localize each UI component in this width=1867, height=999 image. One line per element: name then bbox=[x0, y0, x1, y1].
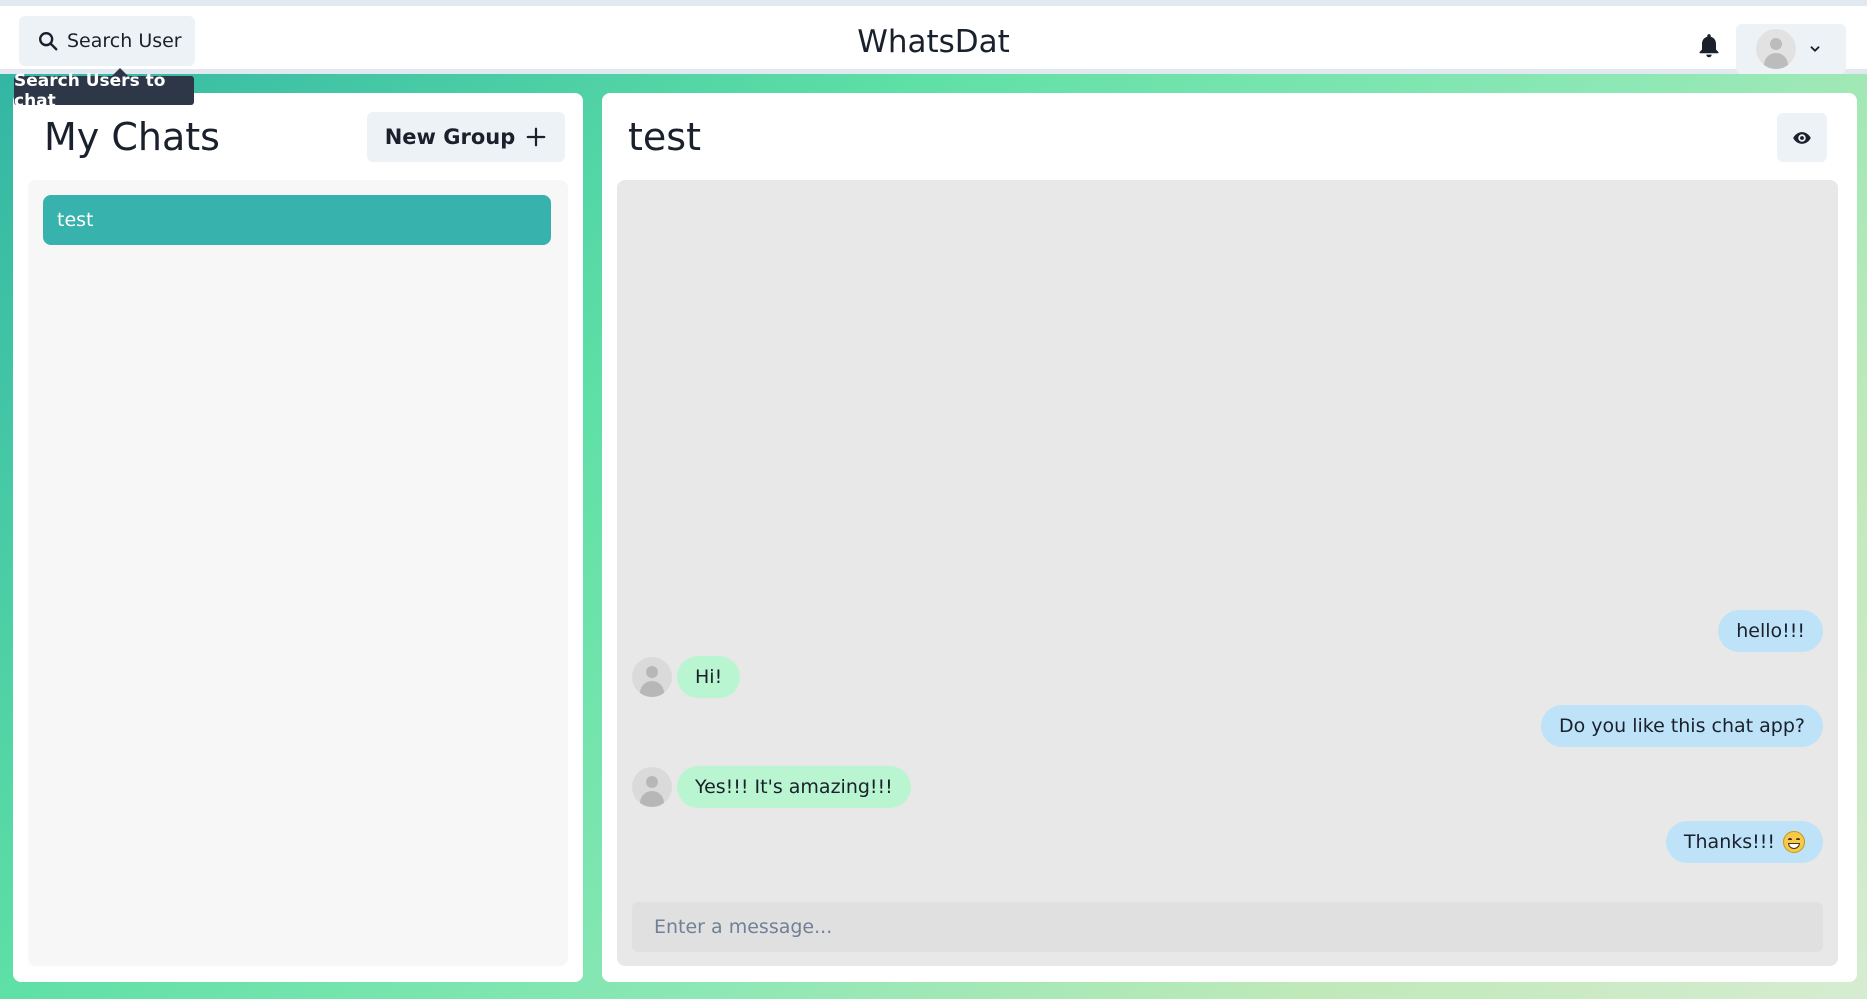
bell-icon[interactable] bbox=[1696, 32, 1722, 60]
profile-menu-button[interactable] bbox=[1736, 24, 1846, 74]
message-bubble-received: Hi! bbox=[677, 656, 741, 698]
search-user-label: Search User bbox=[67, 30, 182, 52]
app-title: WhatsDat bbox=[857, 24, 1010, 60]
message-input[interactable] bbox=[632, 902, 1823, 952]
sender-avatar-icon bbox=[632, 767, 672, 807]
new-group-button[interactable]: New Group bbox=[367, 112, 565, 162]
search-user-button[interactable]: Search User bbox=[19, 16, 195, 66]
plus-icon bbox=[526, 127, 546, 147]
message-text: Thanks!!! bbox=[1683, 831, 1775, 853]
chat-list: test bbox=[28, 180, 568, 966]
chat-list-item[interactable]: test bbox=[43, 195, 551, 245]
chevron-down-icon bbox=[1810, 46, 1820, 52]
message-bubble-received: Yes!!! It's amazing!!! bbox=[677, 766, 911, 808]
search-icon bbox=[39, 32, 58, 51]
grinning-face-icon bbox=[1783, 831, 1805, 853]
message-bubble-sent: Thanks!!! bbox=[1665, 821, 1823, 863]
chat-title: test bbox=[628, 115, 701, 159]
messages-area: hello!!! Hi! Do you like this chat app? … bbox=[617, 180, 1838, 966]
search-tooltip: Search Users to chat bbox=[14, 68, 194, 111]
my-chats-panel: My Chats New Group test bbox=[13, 93, 583, 982]
view-profile-button[interactable] bbox=[1777, 113, 1827, 162]
message-bubble-sent: hello!!! bbox=[1718, 610, 1823, 652]
chat-panel: test hello!!! Hi! Do you like this chat … bbox=[602, 93, 1857, 982]
eye-icon bbox=[1793, 131, 1811, 144]
message-bubble-sent: Do you like this chat app? bbox=[1540, 705, 1823, 747]
new-group-label: New Group bbox=[384, 125, 516, 149]
sender-avatar-icon bbox=[632, 657, 672, 697]
top-bar: Search User WhatsDat bbox=[0, 5, 1867, 74]
my-chats-title: My Chats bbox=[44, 115, 220, 159]
avatar-icon bbox=[1756, 29, 1796, 69]
